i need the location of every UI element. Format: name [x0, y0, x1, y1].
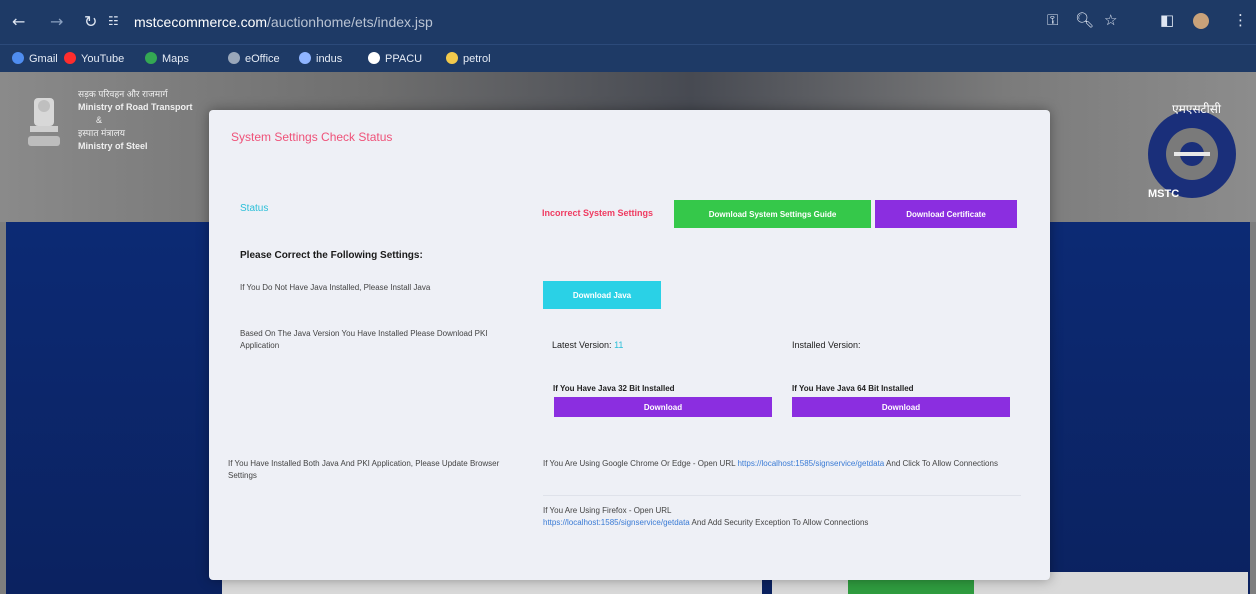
status-label: Status — [240, 203, 269, 214]
forward-icon[interactable]: → — [50, 12, 63, 31]
download-certificate-button[interactable]: Download Certificate — [875, 200, 1017, 228]
bookmark-label: Maps — [162, 53, 189, 65]
bookmark-label: PPACU — [385, 53, 423, 65]
modal-title: System Settings Check Status — [231, 130, 393, 144]
bookmark-item[interactable]: YouTube — [64, 50, 124, 68]
chrome-url-link[interactable]: https://localhost:1585/signservice/getda… — [737, 459, 884, 468]
bookmark-label: indus — [316, 53, 343, 65]
url-path: /auctionhome/ets/index.jsp — [267, 14, 433, 30]
national-emblem-icon — [28, 98, 60, 146]
system-settings-modal: System Settings Check Status Status Inco… — [209, 110, 1050, 580]
reload-icon[interactable]: ↻ — [84, 12, 97, 31]
bookmark-item[interactable]: Gmail — [12, 50, 58, 68]
url-domain: mstcecommerce.com — [134, 14, 268, 30]
pki-instruction: Based On The Java Version You Have Insta… — [240, 329, 488, 350]
bookmark-item[interactable]: PPACU — [368, 50, 422, 68]
chrome-suffix: And Click To Allow Connections — [886, 459, 998, 468]
bookmark-favicon-icon — [368, 52, 380, 64]
latest-version-value: 11 — [614, 340, 624, 350]
firefox-url-link[interactable]: https://localhost:1585/signservice/getda… — [543, 518, 690, 527]
bookmark-favicon-icon — [299, 52, 311, 64]
installed-version-label: Installed Version: — [792, 340, 861, 350]
firefox-prefix: If You Are Using Firefox - Open URL — [543, 506, 672, 515]
java64-label: If You Have Java 64 Bit Installed — [792, 384, 914, 393]
latest-version: Latest Version: 11 — [552, 340, 623, 350]
download-pki-32bit-button[interactable]: Download — [554, 397, 772, 417]
download-pki-64bit-button[interactable]: Download — [792, 397, 1010, 417]
java32-label: If You Have Java 32 Bit Installed — [553, 384, 675, 393]
side-panel-icon[interactable]: ◧ — [1160, 11, 1174, 29]
bookmark-favicon-icon — [145, 52, 157, 64]
bookmark-label: eOffice — [245, 53, 280, 65]
bookmark-star-icon[interactable]: ☆ — [1104, 11, 1117, 29]
gov-line-hindi-2: इस्पात मंत्रालय — [78, 128, 125, 138]
back-icon[interactable]: ← — [12, 12, 25, 31]
chrome-instruction: If You Are Using Google Chrome Or Edge -… — [543, 458, 1023, 470]
profile-avatar-icon[interactable] — [1193, 13, 1209, 29]
settings-heading: Please Correct the Following Settings: — [240, 250, 423, 261]
browser-settings-instruction: If You Have Installed Both Java And PKI … — [228, 459, 500, 480]
site-settings-icon[interactable]: ☷ — [108, 14, 122, 28]
gov-line-hindi-1: सड़क परिवहन और राजमार्ग — [78, 89, 168, 99]
gov-line-ampersand: & — [96, 115, 103, 125]
bookmark-label: Gmail — [29, 53, 58, 65]
divider — [543, 495, 1021, 496]
ministry-title: सड़क परिवहन और राजमार्ग Ministry of Road… — [78, 88, 193, 153]
bookmark-favicon-icon — [64, 52, 76, 64]
bookmark-favicon-icon — [446, 52, 458, 64]
password-key-icon[interactable]: ⚿ — [1047, 11, 1058, 29]
status-value: Incorrect System Settings — [542, 208, 654, 218]
firefox-instruction: If You Are Using Firefox - Open URL http… — [543, 505, 1023, 529]
bookmark-label: petrol — [463, 53, 491, 65]
address-bar[interactable]: mstcecommerce.com/auctionhome/ets/index.… — [134, 10, 433, 34]
bookmark-item[interactable]: eOffice — [228, 50, 280, 68]
menu-kebab-icon[interactable]: ⋮ — [1233, 11, 1248, 29]
bookmark-item[interactable]: indus — [299, 50, 342, 68]
bookmarks-bar: Gmail YouTube Maps eOffice indus PPACU petrol — [0, 44, 1256, 73]
bookmark-label: YouTube — [81, 53, 125, 65]
download-java-button[interactable]: Download Java — [543, 281, 661, 309]
latest-version-label: Latest Version: — [552, 340, 612, 350]
chrome-prefix: If You Are Using Google Chrome Or Edge -… — [543, 459, 736, 468]
browser-toolbar: ← → ↻ ☷ mstcecommerce.com/auctionhome/et… — [0, 0, 1256, 44]
bookmark-item[interactable]: petrol — [446, 50, 491, 68]
firefox-suffix: And Add Security Exception To Allow Conn… — [691, 518, 869, 527]
zoom-icon[interactable]: 🔍︎ — [1075, 11, 1094, 29]
mstc-hindi-text: एमएसटीसी — [1172, 102, 1221, 116]
bookmark-favicon-icon — [228, 52, 240, 64]
bookmark-item[interactable]: Maps — [145, 50, 189, 68]
mstc-logo: एमएसटीसी MSTC — [1136, 94, 1248, 204]
mstc-label: MSTC — [1148, 188, 1180, 200]
java-instruction: If You Do Not Have Java Installed, Pleas… — [240, 283, 431, 292]
download-settings-guide-button[interactable]: Download System Settings Guide — [674, 200, 871, 228]
gov-line-english-2: Ministry of Steel — [78, 141, 148, 151]
bookmark-favicon-icon — [12, 52, 24, 64]
gov-line-english-1: Ministry of Road Transport — [78, 102, 193, 112]
